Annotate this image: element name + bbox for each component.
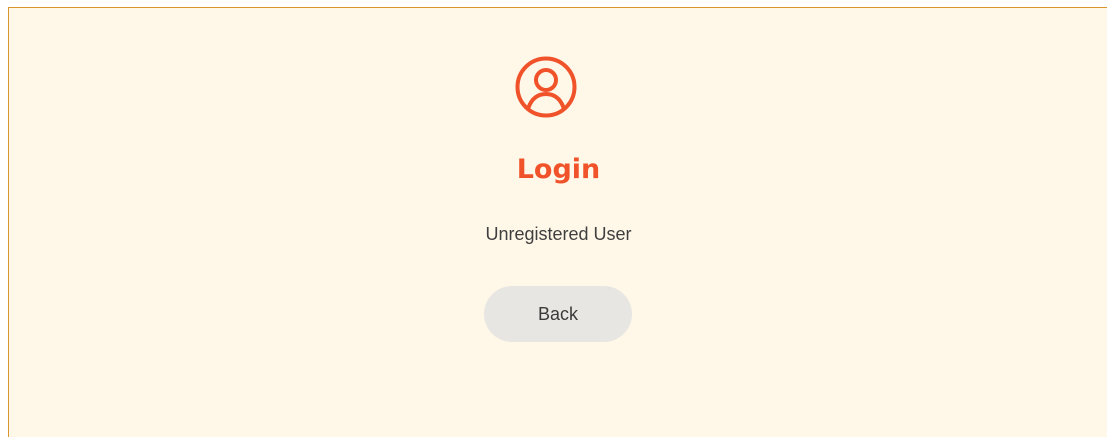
login-title: Login (516, 154, 601, 185)
back-button[interactable]: Back (484, 286, 632, 342)
login-panel: Login Unregistered User Back (8, 7, 1107, 437)
user-circle-icon (515, 56, 577, 118)
status-message: Unregistered User (485, 224, 632, 244)
